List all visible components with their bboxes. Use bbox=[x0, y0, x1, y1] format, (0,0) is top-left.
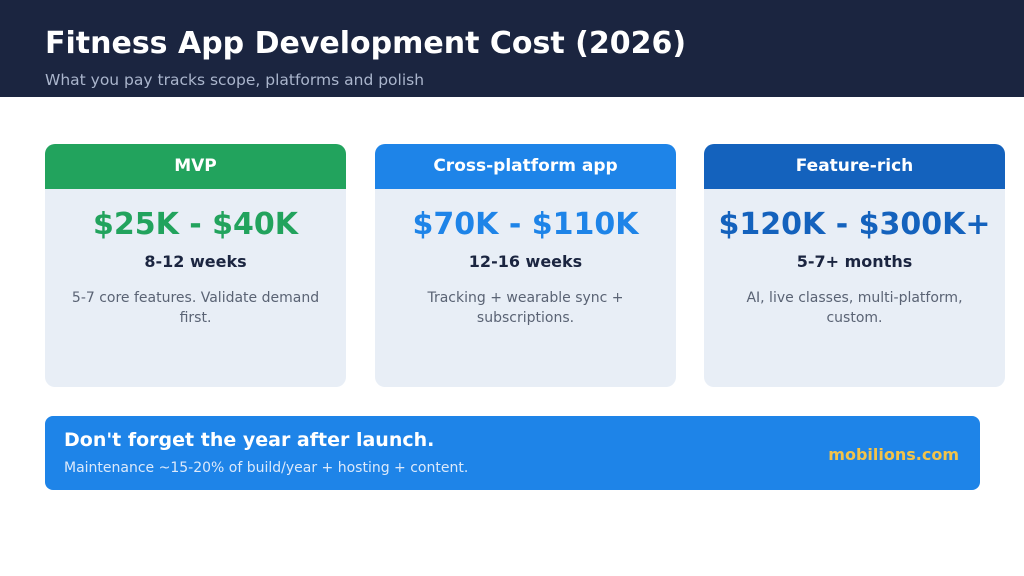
tier-duration: 8-12 weeks bbox=[144, 252, 247, 271]
tier-duration: 12-16 weeks bbox=[468, 252, 583, 271]
brand-link[interactable]: mobilions.com bbox=[828, 445, 959, 464]
tier-card-header: MVP bbox=[45, 144, 346, 189]
page-subtitle: What you pay tracks scope, platforms and… bbox=[45, 71, 425, 89]
maintenance-banner: Don't forget the year after launch. Main… bbox=[45, 416, 980, 490]
tier-card-feature-rich: Feature-rich $120K - $300K+ 5-7+ months … bbox=[704, 144, 1005, 387]
tier-price: $25K - $40K bbox=[92, 207, 299, 242]
banner-subtitle: Maintenance ~15-20% of build/year + host… bbox=[64, 460, 469, 476]
tier-description: AI, live classes, multi-platform, custom… bbox=[746, 290, 963, 326]
tier-card-header: Cross-platform app bbox=[375, 144, 676, 189]
tier-price: $70K - $110K bbox=[412, 207, 639, 242]
tier-card-mvp: MVP $25K - $40K 8-12 weeks 5-7 core feat… bbox=[45, 144, 346, 387]
page-title: Fitness App Development Cost (2026) bbox=[45, 26, 687, 61]
header-bar: Fitness App Development Cost (2026) What… bbox=[0, 0, 1024, 97]
tier-price: $120K - $300K+ bbox=[718, 207, 991, 242]
tier-card-header: Feature-rich bbox=[704, 144, 1005, 189]
tier-duration: 5-7+ months bbox=[796, 252, 913, 271]
tier-description: 5-7 core features. Validate demand first… bbox=[71, 290, 320, 326]
tier-description: Tracking + wearable sync + subscriptions… bbox=[427, 290, 624, 326]
banner-title: Don't forget the year after launch. bbox=[64, 429, 435, 451]
tier-card-cross-platform: Cross-platform app $70K - $110K 12-16 we… bbox=[375, 144, 676, 387]
